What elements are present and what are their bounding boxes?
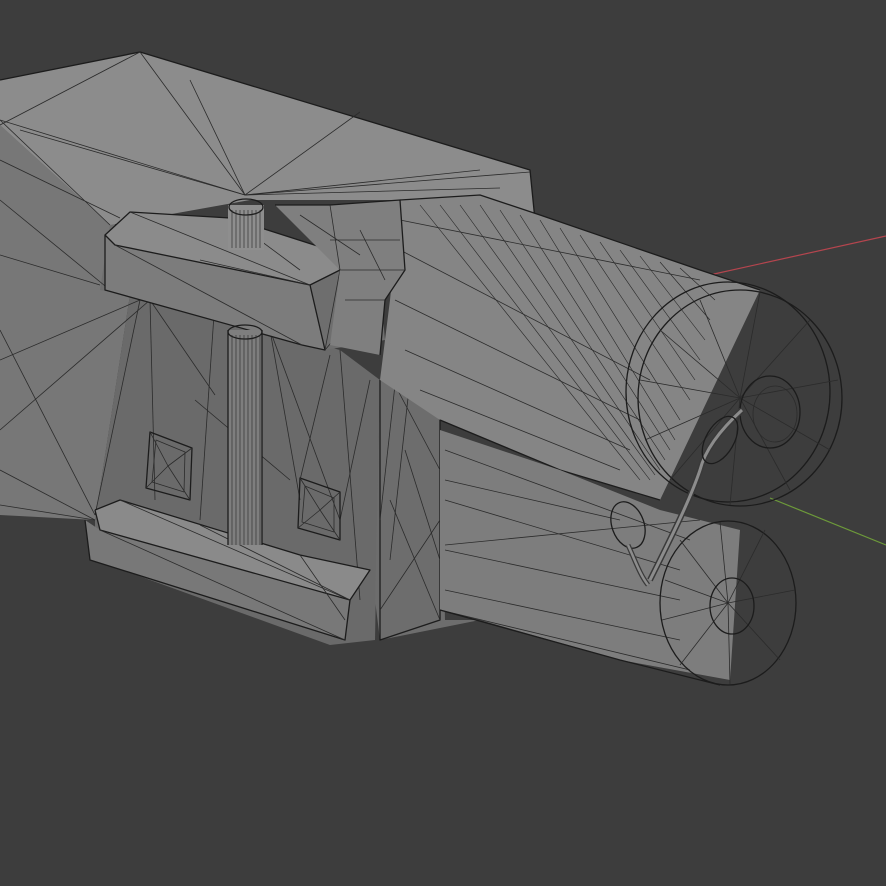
- viewport-scene[interactable]: [0, 0, 886, 886]
- x-axis-line-far: [704, 235, 886, 277]
- y-axis-line: [769, 497, 886, 546]
- 3d-viewport[interactable]: [0, 0, 886, 886]
- mesh-object[interactable]: [0, 51, 843, 686]
